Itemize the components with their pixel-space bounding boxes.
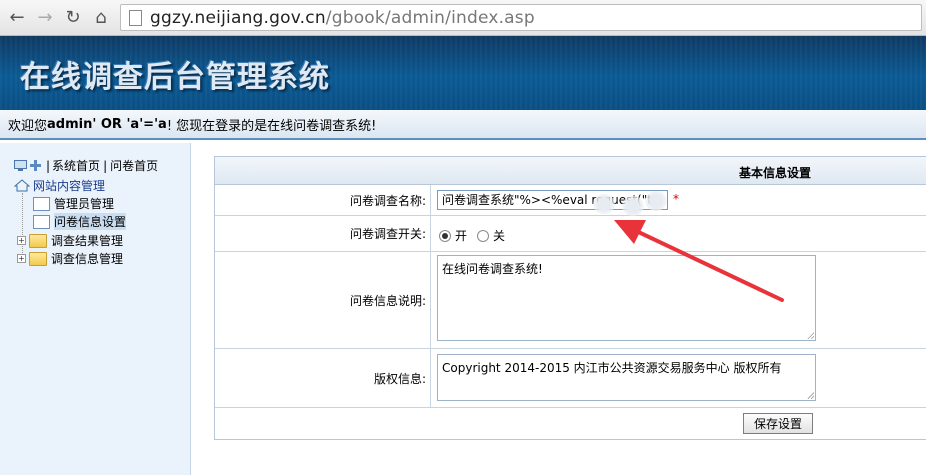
tree-item-label: 管理员管理 (54, 197, 115, 211)
copyright-label: 版权信息: (215, 349, 431, 407)
tree-item-label: 调查结果管理 (51, 234, 124, 248)
link-separator: | (46, 158, 51, 173)
resize-grip[interactable] (807, 392, 814, 399)
tree-root-label: 网站内容管理 (33, 179, 106, 193)
document-icon (33, 196, 50, 211)
home-icon[interactable]: ⌂ (90, 6, 112, 28)
switch-label: 问卷调查开关: (215, 216, 431, 251)
expand-icon[interactable]: + (17, 236, 26, 245)
url-path: /gbook/admin/index.asp (325, 7, 535, 28)
tree-item-survey-settings[interactable]: 问卷信息设置 (33, 213, 127, 230)
url-host: ggzy.neijiang.gov.cn (150, 7, 326, 28)
reload-icon[interactable]: ↻ (62, 6, 84, 28)
tree-item-results[interactable]: + 调查结果管理 (17, 232, 123, 249)
system-home-link[interactable]: 系统首页 (52, 157, 100, 174)
header-banner: 在线调查后台管理系统 (0, 36, 926, 110)
copyright-text: Copyright 2014-2015 内江市公共资源交易服务中心 版权所有 (442, 361, 782, 375)
address-bar[interactable]: ggzy.neijiang.gov.cn/gbook/admin/index.a… (120, 4, 922, 31)
tree-root[interactable]: 网站内容管理 (14, 177, 105, 194)
tree-item-info[interactable]: + 调查信息管理 (17, 250, 123, 267)
switch-group: 开 关 (439, 227, 505, 244)
desc-label: 问卷信息说明: (215, 252, 431, 348)
welcome-suffix: ! 您现在登录的是在线问卷调查系统! (166, 118, 377, 134)
document-icon (33, 214, 50, 229)
switch-on-label: 开 (455, 229, 468, 243)
form-row-copyright: 版权信息: Copyright 2014-2015 内江市公共资源交易服务中心 … (215, 349, 926, 408)
tools-icon (30, 160, 41, 171)
tree-item-label: 调查信息管理 (51, 252, 124, 266)
display-icon (14, 160, 27, 171)
welcome-bar: 欢迎您 admin' OR 'a'='a! 您现在登录的是在线问卷调查系统! (0, 110, 926, 140)
switch-off-radio[interactable] (477, 229, 490, 242)
browser-toolbar: ← → ↻ ⌂ ggzy.neijiang.gov.cn/gbook/admin… (0, 0, 926, 36)
folder-icon (29, 233, 47, 248)
banner-title: 在线调查后台管理系统 (20, 60, 330, 95)
sidebar: | 系统首页 | 问卷首页 网站内容管理 管理员管理 问卷信息设置 + 调查结果… (0, 143, 191, 475)
survey-home-link[interactable]: 问卷首页 (110, 157, 158, 174)
name-label: 问卷调查名称: (215, 185, 431, 215)
folder-icon (29, 251, 47, 266)
form-title: 基本信息设置 (739, 166, 812, 180)
back-icon[interactable]: ← (6, 6, 28, 28)
house-icon (14, 179, 30, 192)
switch-off-label: 关 (493, 229, 506, 243)
link-separator: | (103, 158, 108, 173)
sidebar-links: | 系统首页 | 问卷首页 (14, 157, 158, 174)
save-button[interactable]: 保存设置 (743, 413, 813, 434)
copyright-textarea[interactable]: Copyright 2014-2015 内江市公共资源交易服务中心 版权所有 (437, 354, 816, 401)
welcome-prefix: 欢迎您 (8, 118, 48, 134)
expand-icon[interactable]: + (17, 254, 26, 263)
required-mark: * (673, 192, 679, 206)
form-row-desc: 问卷信息说明: 在线问卷调查系统! (215, 252, 926, 349)
switch-on-radio[interactable] (439, 229, 451, 242)
tree-item-admin[interactable]: 管理员管理 (33, 195, 114, 212)
welcome-user: admin' OR 'a'='a (47, 116, 167, 132)
description-text: 在线问卷调查系统! (442, 262, 543, 276)
tree-item-label: 问卷信息设置 (54, 213, 127, 230)
form-row-name: 问卷调查名称: 问卷调查系统"%><%eval request("to * (215, 185, 926, 216)
annotation-arrow-icon (614, 220, 784, 302)
page-icon (129, 9, 142, 26)
settings-form: 基本信息设置 问卷调查名称: 问卷调查系统"%><%eval request("… (214, 156, 926, 440)
forward-icon[interactable]: → (34, 6, 56, 28)
form-row-switch: 问卷调查开关: 开 关 (215, 216, 926, 252)
form-header: 基本信息设置 (215, 157, 926, 185)
blur-patch (645, 191, 667, 211)
resize-grip[interactable] (807, 332, 814, 339)
